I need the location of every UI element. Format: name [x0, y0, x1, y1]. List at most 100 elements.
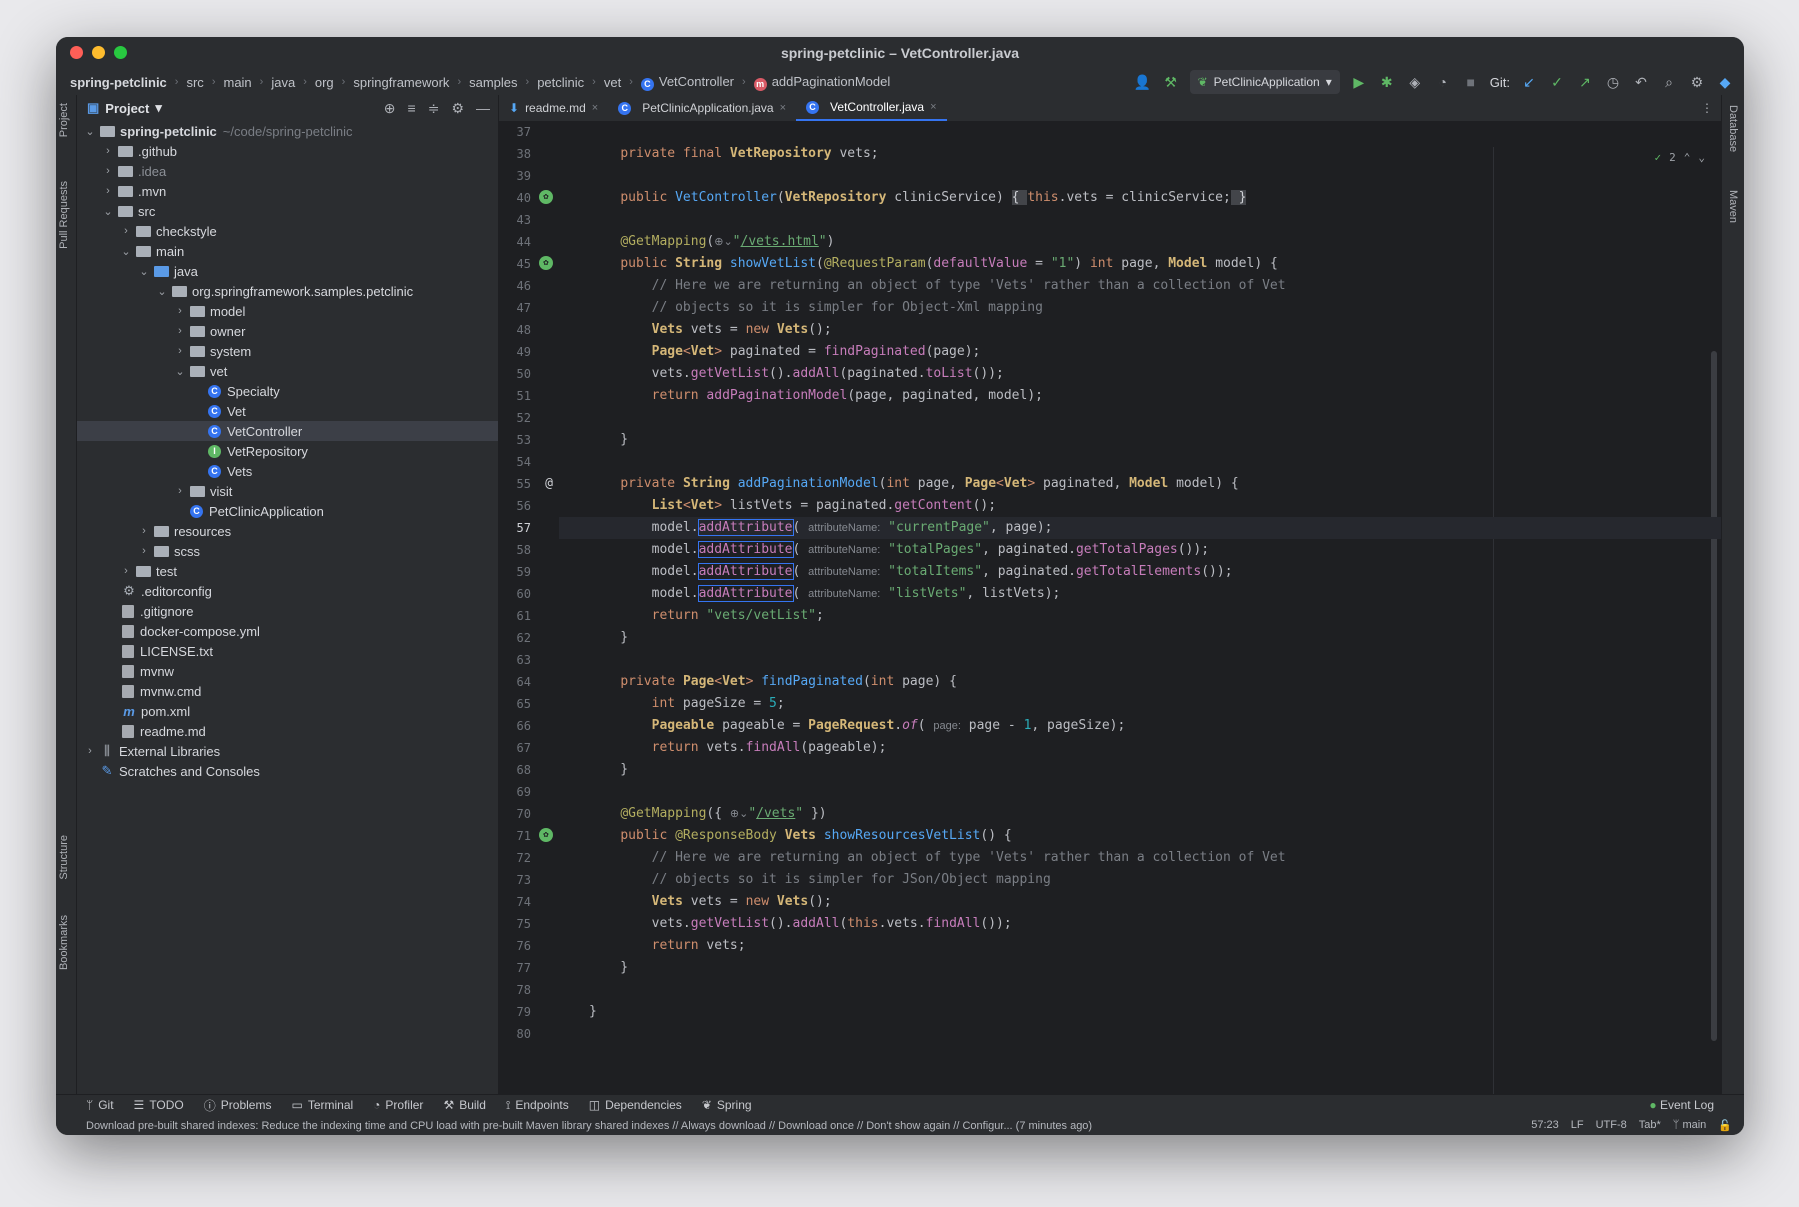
code-line[interactable] — [559, 451, 1721, 473]
tree-item-vet-class[interactable]: C Vet — [77, 401, 498, 421]
folded-region[interactable]: } — [1230, 190, 1247, 205]
indent-setting[interactable]: Tab* — [1639, 1119, 1661, 1132]
tree-item-scss[interactable]: › scss — [77, 541, 498, 561]
code-line[interactable]: model.addAttribute( attributeName: "tota… — [559, 539, 1721, 561]
code-line[interactable]: return "vets/vetList"; — [559, 605, 1721, 627]
code-line[interactable]: Page<Vet> paginated = findPaginated(page… — [559, 341, 1721, 363]
code-url-link[interactable]: /vets.html — [741, 234, 819, 249]
code-line[interactable] — [559, 165, 1721, 187]
code-line[interactable]: } — [559, 627, 1721, 649]
event-log-button[interactable]: ● Event Log — [1649, 1098, 1714, 1112]
code-line[interactable]: model.addAttribute( attributeName: "list… — [559, 583, 1721, 605]
code-line[interactable] — [559, 649, 1721, 671]
run-icon[interactable]: ▶ — [1350, 73, 1368, 91]
code-line[interactable]: int pageSize = 5; — [559, 693, 1721, 715]
breadcrumb-samples[interactable]: samples — [467, 75, 519, 90]
close-icon[interactable]: × — [930, 101, 936, 113]
code-line[interactable]: return addPaginationModel(page, paginate… — [559, 385, 1721, 407]
tree-item-vetrepository[interactable]: I VetRepository — [77, 441, 498, 461]
tree-item-gitignore[interactable]: .gitignore — [77, 601, 498, 621]
tree-item-vets[interactable]: C Vets — [77, 461, 498, 481]
todo-tool-button[interactable]: ☰ TODO — [134, 1098, 184, 1112]
tree-item-resources[interactable]: › resources — [77, 521, 498, 541]
code-line[interactable]: } — [559, 429, 1721, 451]
chevron-right-icon[interactable]: › — [101, 165, 115, 177]
breadcrumb-method[interactable]: m addPaginationModel — [752, 74, 893, 91]
git-commit-icon[interactable]: ✓ — [1548, 73, 1566, 91]
tree-item-main[interactable]: ⌄ main — [77, 241, 498, 261]
chevron-right-icon[interactable]: › — [137, 525, 151, 537]
folded-region[interactable]: { — [1011, 190, 1028, 205]
debug-icon[interactable]: ✱ — [1378, 73, 1396, 91]
project-pane-title[interactable]: Project — [105, 101, 149, 116]
chevron-right-icon[interactable]: › — [101, 145, 115, 157]
breadcrumb-src[interactable]: src — [184, 75, 205, 90]
code-line[interactable] — [559, 781, 1721, 803]
chevron-down-icon[interactable]: ⌄ — [119, 245, 133, 258]
chevron-right-icon[interactable]: › — [173, 485, 187, 497]
chevron-right-icon[interactable]: › — [83, 745, 97, 757]
chevron-right-icon[interactable]: › — [173, 345, 187, 357]
breadcrumb-petclinic[interactable]: petclinic — [535, 75, 586, 90]
spring-tool-button[interactable]: ❦ Spring — [702, 1098, 752, 1112]
caret-position[interactable]: 57:23 — [1531, 1119, 1559, 1132]
expand-all-icon[interactable]: ≡ — [408, 100, 416, 117]
line-separator[interactable]: LF — [1571, 1119, 1584, 1132]
code-line[interactable]: public String showVetList(@RequestParam(… — [559, 253, 1721, 275]
code-line[interactable]: Vets vets = new Vets(); — [559, 319, 1721, 341]
code-line[interactable]: } — [559, 759, 1721, 781]
git-branch-widget[interactable]: ᛘ main — [1673, 1119, 1707, 1132]
git-push-icon[interactable]: ↗ — [1576, 73, 1594, 91]
chevron-down-icon[interactable]: ⌄ — [83, 125, 97, 138]
search-icon[interactable]: ⌕ — [1660, 73, 1678, 91]
tree-item-external-libraries[interactable]: › ⫼ External Libraries — [77, 741, 498, 761]
code-line[interactable]: private Page<Vet> findPaginated(int page… — [559, 671, 1721, 693]
tab-vetcontroller[interactable]: C VetController.java × — [796, 95, 947, 121]
tree-item-java[interactable]: ⌄ java — [77, 261, 498, 281]
code-line[interactable]: } — [559, 957, 1721, 979]
pull-requests-tool-button[interactable]: Pull Requests — [58, 181, 70, 249]
history-icon[interactable]: ◷ — [1604, 73, 1622, 91]
terminal-tool-button[interactable]: ▭ Terminal — [291, 1098, 353, 1112]
chevron-down-icon[interactable]: ⌄ — [137, 265, 151, 278]
code-line[interactable]: vets.getVetList().addAll(paginated.toLis… — [559, 363, 1721, 385]
endpoint-gutter-icon[interactable]: ✿ — [539, 256, 553, 270]
tree-item-editorconfig[interactable]: ⚙ .editorconfig — [77, 581, 498, 601]
breadcrumb-vetcontroller[interactable]: C VetController — [639, 74, 736, 91]
tree-item-specialty[interactable]: C Specialty — [77, 381, 498, 401]
code-line[interactable]: public @ResponseBody Vets showResourcesV… — [559, 825, 1721, 847]
tree-item-pom[interactable]: m pom.xml — [77, 701, 498, 721]
chevron-right-icon[interactable]: › — [101, 185, 115, 197]
code-line[interactable]: @GetMapping(⊕⌄"/vets.html") — [559, 231, 1721, 253]
chevron-right-icon[interactable]: › — [137, 545, 151, 557]
breadcrumb-org[interactable]: org — [313, 75, 336, 90]
problems-tool-button[interactable]: ⓘ Problems — [204, 1097, 272, 1114]
tree-item-scratches[interactable]: ✎ Scratches and Consoles — [77, 761, 498, 781]
code-line[interactable]: vets.getVetList().addAll(this.vets.findA… — [559, 913, 1721, 935]
maven-tool-button[interactable]: Maven — [1727, 190, 1739, 223]
tree-item-root[interactable]: ⌄ spring-petclinic ~/code/spring-petclinic — [77, 121, 498, 141]
collapse-all-icon[interactable]: ≑ — [428, 100, 440, 117]
tree-item-readme[interactable]: readme.md — [77, 721, 498, 741]
git-tool-button[interactable]: ᛘ Git — [86, 1098, 114, 1112]
code-line[interactable] — [559, 209, 1721, 231]
gear-icon[interactable]: ⚙ — [451, 100, 464, 117]
build-tool-button[interactable]: ⚒ Build — [443, 1098, 485, 1112]
project-tool-button[interactable]: Project — [58, 103, 70, 137]
code-area[interactable]: ✓ 2 ⌃ ⌄ 37 38 39 40 ✿ 43 44 45 ✿ 46 47 48 49 … — [499, 121, 1721, 1095]
breadcrumb-main[interactable]: main — [221, 75, 253, 90]
code-line[interactable]: List<Vet> listVets = paginated.getConten… — [559, 495, 1721, 517]
tree-item-system[interactable]: › system — [77, 341, 498, 361]
usages-at-icon[interactable]: @ — [545, 473, 553, 495]
profiler-tool-button[interactable]: ◔ Profiler — [373, 1098, 423, 1112]
tree-item-docker-compose[interactable]: docker-compose.yml — [77, 621, 498, 641]
breadcrumb-project[interactable]: spring-petclinic — [68, 75, 169, 90]
code-line[interactable]: return vets.findAll(pageable); — [559, 737, 1721, 759]
endpoints-tool-button[interactable]: ⟟ Endpoints — [506, 1098, 569, 1113]
tree-item-mvnw-cmd[interactable]: mvnw.cmd — [77, 681, 498, 701]
code-line[interactable] — [559, 979, 1721, 1001]
tree-item-model[interactable]: › model — [77, 301, 498, 321]
run-configuration-select[interactable]: ❦ PetClinicApplication ▾ — [1189, 70, 1340, 94]
build-hammer-icon[interactable]: ⚒ — [1162, 73, 1180, 91]
breadcrumb-springframework[interactable]: springframework — [351, 75, 451, 90]
